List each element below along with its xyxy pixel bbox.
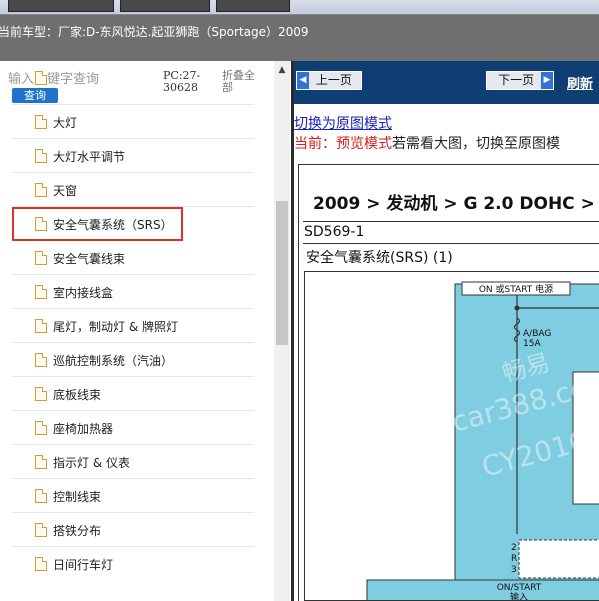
pin-label: R	[511, 554, 517, 564]
fuse-rating: 15A	[523, 339, 541, 349]
document-icon	[35, 387, 47, 401]
document-icon	[35, 149, 47, 163]
arrow-left-icon: ◀	[297, 72, 309, 89]
document-icon	[35, 183, 47, 197]
document-icon	[35, 251, 47, 265]
next-page-label: 下一页	[498, 73, 535, 87]
document-icon	[35, 71, 47, 85]
document-icon	[35, 217, 47, 231]
prev-page-label: 上一页	[315, 73, 352, 87]
viewer-navbar: ◀ 上一页 下一页 ▶ 刷新	[294, 61, 599, 104]
tree-item-label: 大灯水平调节	[53, 150, 126, 164]
tree-item-label: 安全气囊系统（SRS）	[53, 218, 173, 232]
document-icon	[35, 489, 47, 503]
topic-tree: 大灯 大灯水平调节 天窗 安全气囊系统（SRS） 安全气囊线束 室内接线盒 尾灯…	[12, 71, 254, 601]
top-toolbar	[0, 0, 599, 14]
tree-item-partial[interactable]	[12, 71, 254, 105]
tree-item-label: 搭铁分布	[53, 524, 102, 538]
pin-label: 2	[511, 543, 517, 553]
arrow-right-icon: ▶	[541, 72, 553, 89]
tree-item[interactable]: 天窗	[12, 173, 254, 207]
switch-original-mode-link[interactable]: 切换为原图模式	[294, 113, 392, 133]
mode-status-hint: 若需看大图，切换至原图模	[392, 136, 560, 152]
mode-status: 当前：预览模式若需看大图，切换至原图模	[294, 133, 560, 153]
tree-item[interactable]: 搭铁分布	[12, 513, 254, 547]
toolbar-button-2[interactable]	[120, 0, 210, 12]
prev-page-button[interactable]: ◀ 上一页	[296, 71, 362, 90]
scrollbar-thumb[interactable]	[276, 201, 288, 345]
tree-item-label: 日间行车灯	[53, 558, 114, 572]
tree-item-label: 指示灯 & 仪表	[53, 456, 130, 470]
document-icon	[35, 557, 47, 571]
tree-item[interactable]: 尾灯，制动灯 & 牌照灯	[12, 309, 254, 343]
tree-item[interactable]: 巡航控制系统（汽油）	[12, 343, 254, 377]
tree-item[interactable]: 室内接线盒	[12, 275, 254, 309]
tree-item-label: 底板线束	[53, 388, 102, 402]
tree-item-label: 安全气囊线束	[53, 252, 126, 266]
document-code: SD569-1	[304, 224, 365, 240]
tree-item[interactable]: 安全气囊线束	[12, 241, 254, 275]
tree-item[interactable]: 底板线束	[12, 377, 254, 411]
document-breadcrumb: 2009 > 发动机 > G 2.0 DOHC > 安	[313, 194, 599, 214]
document-viewer: ◀ 上一页 下一页 ▶ 刷新 切换为原图模式 当前：预览模式若需看大图，切换至原…	[294, 61, 599, 601]
document-title: 安全气囊系统(SRS) (1)	[306, 250, 453, 266]
document-icon	[35, 523, 47, 537]
left-panel: 查询 PC:27-30628 折叠全部 大灯 大灯水平调节 天窗 安全气囊系统（…	[0, 61, 291, 601]
wiring-diagram-svg: ON 或START 电源 A/BAG 15A 2 R 3 ON/START 输入…	[366, 281, 599, 601]
tree-item-label: 室内接线盒	[53, 286, 114, 300]
toolbar-button-3[interactable]	[216, 0, 290, 12]
scroll-up-arrow-icon[interactable]: ▲	[274, 65, 290, 77]
tree-item-label: 座椅加热器	[53, 422, 114, 436]
tree-item-selected[interactable]: 安全气囊系统（SRS）	[12, 207, 183, 241]
connector-box	[518, 539, 599, 579]
tree-item[interactable]: 控制线束	[12, 479, 254, 513]
tree-item-label: 尾灯，制动灯 & 牌照灯	[53, 320, 178, 334]
doc-divider	[303, 221, 599, 222]
bottom-label: ON/START	[497, 583, 542, 593]
tree-item-label: 大灯	[53, 116, 78, 130]
vehicle-label: 当前车型：厂家:D-东风悦达.起亚狮跑（Sportage）2009	[0, 25, 309, 39]
document-icon	[35, 353, 47, 367]
mode-status-prefix: 当前：预览模式	[294, 136, 392, 152]
tree-item-label: 巡航控制系统（汽油）	[53, 354, 174, 368]
app-window: 当前车型：厂家:D-东风悦达.起亚狮跑（Sportage）2009 查询 PC:…	[0, 0, 599, 601]
document-icon	[35, 421, 47, 435]
wiring-diagram[interactable]: ON 或START 电源 A/BAG 15A 2 R 3 ON/START 输入…	[304, 271, 599, 601]
bottom-sub-label: 输入	[510, 591, 528, 601]
document-icon	[35, 319, 47, 333]
tree-item[interactable]: 大灯水平调节	[12, 139, 254, 173]
tree-item[interactable]: 大灯	[12, 105, 254, 139]
tree-item[interactable]: 座椅加热器	[12, 411, 254, 445]
document-icon	[35, 115, 47, 129]
bottom-module	[366, 579, 599, 600]
vehicle-bar: 当前车型：厂家:D-东风悦达.起亚狮跑（Sportage）2009	[0, 14, 599, 61]
tree-item-label: 控制线束	[53, 490, 102, 504]
tree-item-label: 天窗	[53, 184, 78, 198]
doc-divider	[303, 243, 599, 244]
refresh-link[interactable]: 刷新	[567, 73, 593, 92]
power-label: ON 或START 电源	[479, 283, 553, 295]
tree-item[interactable]: 指示灯 & 仪表	[12, 445, 254, 479]
next-page-button[interactable]: 下一页 ▶	[486, 71, 554, 90]
pin-label: 3	[511, 565, 517, 575]
document-icon	[35, 285, 47, 299]
tree-scrollbar[interactable]: ▲	[274, 61, 290, 601]
fuse-label: A/BAG	[523, 329, 551, 339]
document-icon	[35, 455, 47, 469]
toolbar-button-1[interactable]	[8, 0, 114, 12]
tree-item[interactable]: 日间行车灯	[12, 547, 254, 581]
